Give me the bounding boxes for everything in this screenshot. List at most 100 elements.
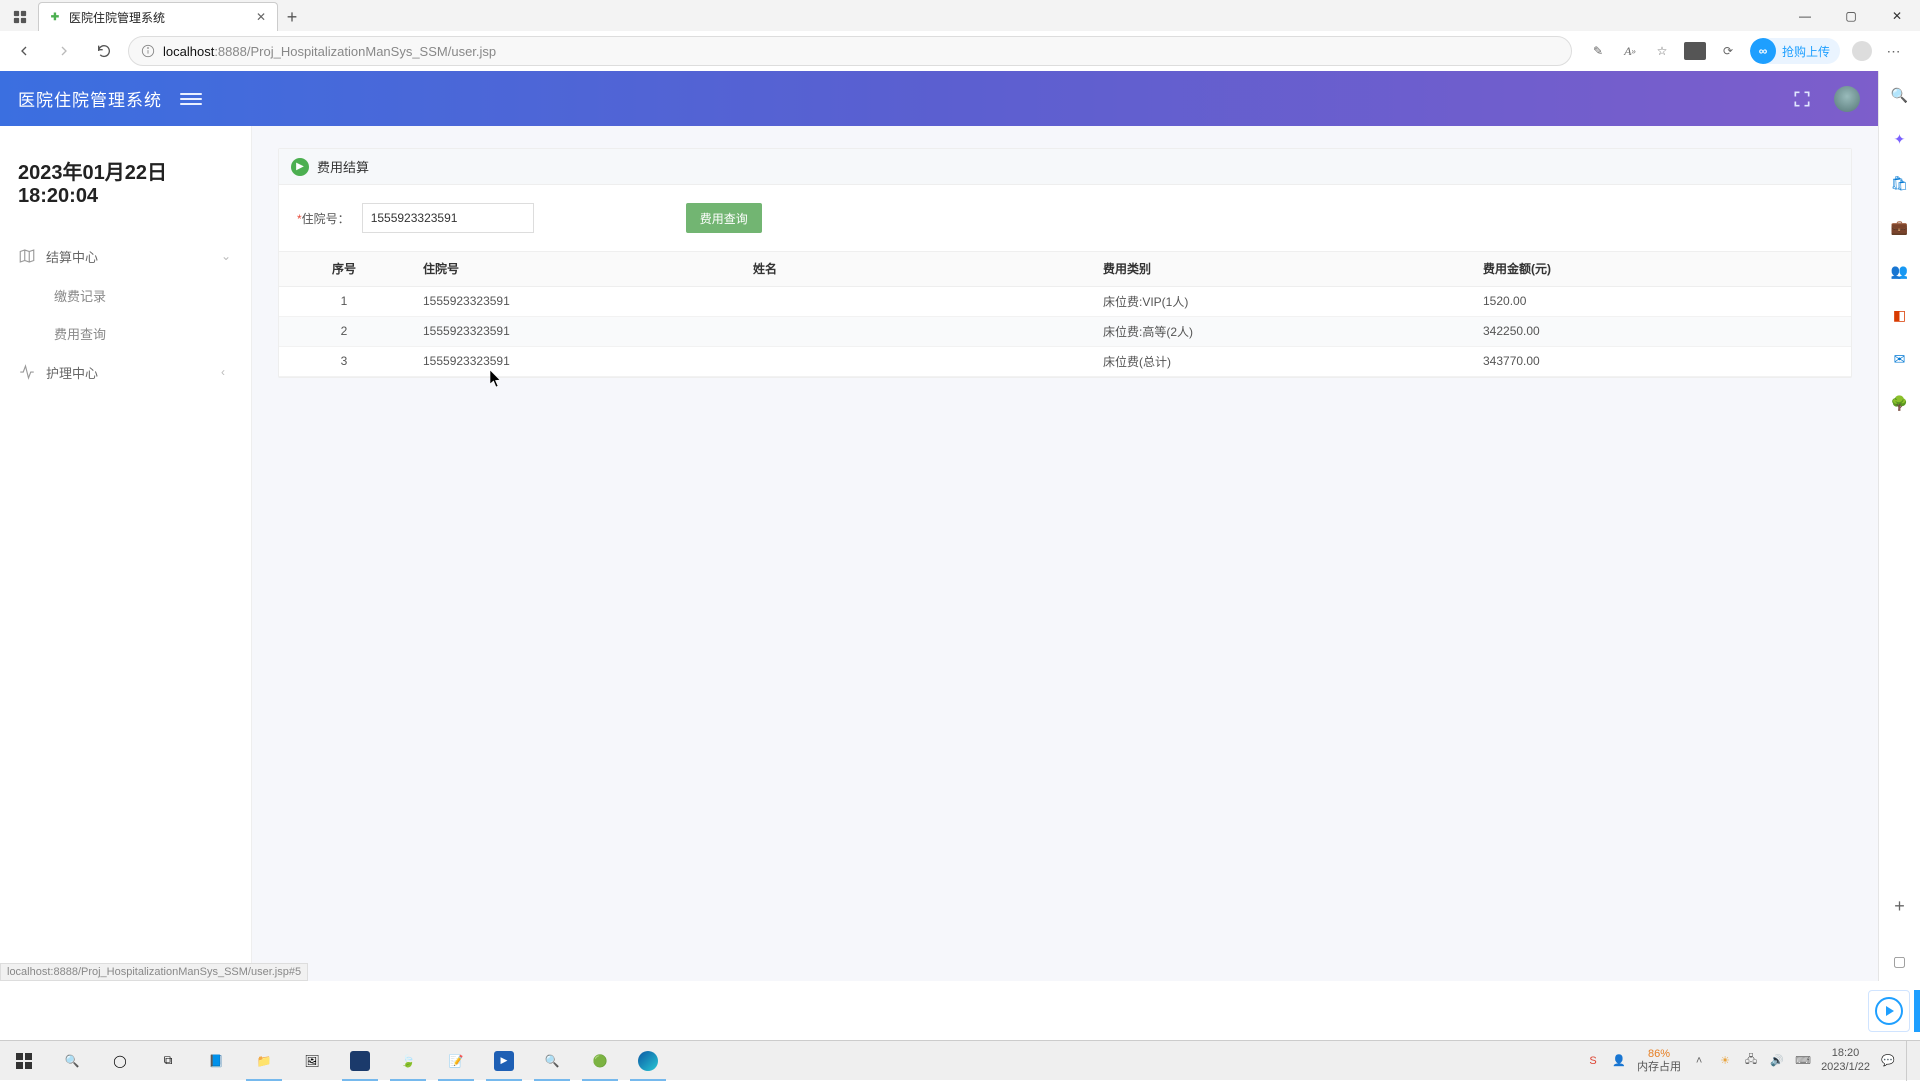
table-cell: 343770.00: [1469, 346, 1851, 376]
status-bar-link-hint: localhost:8888/Proj_HospitalizationManSy…: [0, 963, 308, 981]
form-label-hospno: *住院号：: [297, 210, 350, 227]
taskbar-app-9[interactable]: 🟢: [576, 1041, 624, 1081]
sidebar-item-nursing[interactable]: 护理中心 ‹: [0, 352, 251, 392]
taskbar-app-8[interactable]: 🔍: [528, 1041, 576, 1081]
panel-dot-icon: ▶: [291, 158, 309, 176]
start-button[interactable]: [0, 1041, 48, 1081]
shopping-icon[interactable]: 🛍: [1890, 173, 1910, 193]
fee-panel: ▶ 费用结算 *住院号： 费用查询 序号 住院号 姓名 费用类别: [278, 148, 1852, 378]
tray-volume-icon[interactable]: 🔊: [1769, 1053, 1785, 1069]
wand-icon[interactable]: ✎: [1588, 41, 1608, 61]
sidebar-item-fee-query[interactable]: 费用查询: [0, 314, 251, 352]
forward-button[interactable]: [48, 35, 80, 67]
table-cell: 3: [279, 346, 409, 376]
user-avatar[interactable]: [1834, 86, 1860, 112]
col-amount: 费用金额(元): [1469, 252, 1851, 286]
hospital-icon: ✚: [47, 9, 63, 25]
table-row[interactable]: 21555923323591床位费:高等(2人)342250.00: [279, 316, 1851, 346]
outlook-icon[interactable]: ✉: [1890, 349, 1910, 369]
tray-chevron-icon[interactable]: ˄: [1691, 1053, 1707, 1069]
collapse-sidebar-icon[interactable]: ▢: [1890, 951, 1910, 971]
table-cell: 1520.00: [1469, 286, 1851, 316]
hospno-input[interactable]: [362, 203, 534, 233]
back-button[interactable]: [8, 35, 40, 67]
query-button[interactable]: 费用查询: [686, 203, 762, 233]
pulse-icon: [18, 363, 36, 381]
favorite-icon[interactable]: ☆: [1652, 41, 1672, 61]
sidebar-item-settlement[interactable]: 结算中心 ⌄: [0, 236, 251, 276]
taskbar-app-5[interactable]: 🍃: [384, 1041, 432, 1081]
taskbar-app-7[interactable]: ▶: [480, 1041, 528, 1081]
clock-time: 18:20:04: [18, 185, 233, 208]
table-row[interactable]: 31555923323591 床位费(总计)343770.00: [279, 346, 1851, 376]
read-aloud-icon[interactable]: A»: [1620, 41, 1640, 61]
taskview-icon[interactable]: ⧉: [144, 1041, 192, 1081]
tabs-menu-icon[interactable]: [2, 3, 38, 31]
tray-notification-icon[interactable]: 💬: [1880, 1053, 1896, 1069]
minimize-button[interactable]: —: [1782, 1, 1828, 31]
hamburger-icon[interactable]: [180, 88, 202, 110]
url-field[interactable]: localhost:8888/Proj_HospitalizationManSy…: [128, 36, 1572, 66]
taskbar-app-6[interactable]: 📝: [432, 1041, 480, 1081]
taskbar-app-3[interactable]: 🖼: [288, 1041, 336, 1081]
profile-icon[interactable]: [1852, 41, 1872, 61]
tray-sun-icon[interactable]: ☀: [1717, 1053, 1733, 1069]
add-sidebar-icon[interactable]: +: [1894, 896, 1905, 917]
edge-sidebar: 🔍 ✦ 🛍 💼 👥 ◧ ✉ 🌳 + ▢: [1878, 71, 1920, 981]
sidebar-clock: 2023年01月22日 18:20:04: [0, 156, 251, 236]
col-category: 费用类别: [1089, 252, 1469, 286]
extension-pill[interactable]: ∞ 抢购上传: [1750, 38, 1840, 64]
search-icon[interactable]: 🔍: [1890, 85, 1910, 105]
close-window-button[interactable]: ✕: [1874, 1, 1920, 31]
collections-icon[interactable]: ⟳: [1718, 41, 1738, 61]
tray-person-icon[interactable]: 👤: [1611, 1053, 1627, 1069]
reload-button[interactable]: [88, 35, 120, 67]
tray-network-icon[interactable]: 🖧: [1743, 1053, 1759, 1069]
people-icon[interactable]: 👥: [1890, 261, 1910, 281]
query-form: *住院号： 费用查询: [279, 185, 1851, 252]
more-menu-icon[interactable]: ⋯: [1884, 41, 1904, 61]
taskbar-app-1[interactable]: 📘: [192, 1041, 240, 1081]
taskbar-search-icon[interactable]: 🔍: [48, 1041, 96, 1081]
table-cell: 1: [279, 286, 409, 316]
office-icon[interactable]: ◧: [1890, 305, 1910, 325]
tab-bar: ✚ 医院住院管理系统 ✕ + — ▢ ✕: [0, 0, 1920, 31]
tree-icon[interactable]: 🌳: [1890, 393, 1910, 413]
table-cell: 床位费(总计): [1089, 346, 1469, 376]
window-controls: — ▢ ✕: [1782, 1, 1920, 31]
maximize-button[interactable]: ▢: [1828, 1, 1874, 31]
cortana-icon[interactable]: ◯: [96, 1041, 144, 1081]
float-handle[interactable]: [1914, 990, 1920, 1032]
tray-ime-icon[interactable]: S: [1585, 1053, 1601, 1069]
extension-icon[interactable]: [1684, 42, 1706, 60]
col-name: 姓名: [739, 252, 1089, 286]
briefcase-icon[interactable]: 💼: [1890, 217, 1910, 237]
tray-clock[interactable]: 18:20 2023/1/22: [1821, 1047, 1870, 1073]
tab-title: 医院住院管理系统: [69, 9, 247, 26]
show-desktop-button[interactable]: [1906, 1041, 1912, 1081]
table-cell: 2: [279, 316, 409, 346]
sparkle-icon[interactable]: ✦: [1890, 129, 1910, 149]
addr-bar-icons: ✎ A» ☆ ⟳ ∞ 抢购上传 ⋯: [1580, 38, 1912, 64]
taskbar-app-4[interactable]: [336, 1041, 384, 1081]
col-hospno: 住院号: [409, 252, 739, 286]
taskbar-app-edge[interactable]: [624, 1041, 672, 1081]
tray-memory[interactable]: 86% 内存占用: [1637, 1048, 1681, 1072]
table-cell: [739, 346, 1089, 376]
close-tab-icon[interactable]: ✕: [253, 9, 269, 25]
table-cell: [739, 316, 1089, 346]
fullscreen-icon[interactable]: [1792, 89, 1812, 109]
taskbar-app-explorer[interactable]: 📁: [240, 1041, 288, 1081]
table-cell: 1555923323591: [409, 346, 739, 376]
table-row[interactable]: 11555923323591床位费:VIP(1人)1520.00: [279, 286, 1851, 316]
table-cell: 342250.00: [1469, 316, 1851, 346]
browser-tab[interactable]: ✚ 医院住院管理系统 ✕: [38, 2, 278, 31]
float-play-button[interactable]: [1868, 990, 1910, 1032]
chevron-left-icon: ‹: [221, 365, 233, 379]
address-bar: localhost:8888/Proj_HospitalizationManSy…: [0, 31, 1920, 71]
tray-keyboard-icon[interactable]: ⌨: [1795, 1053, 1811, 1069]
site-info-icon[interactable]: [141, 44, 155, 58]
new-tab-button[interactable]: +: [278, 3, 306, 31]
map-icon: [18, 247, 36, 265]
sidebar-item-pay-record[interactable]: 缴费记录: [0, 276, 251, 314]
